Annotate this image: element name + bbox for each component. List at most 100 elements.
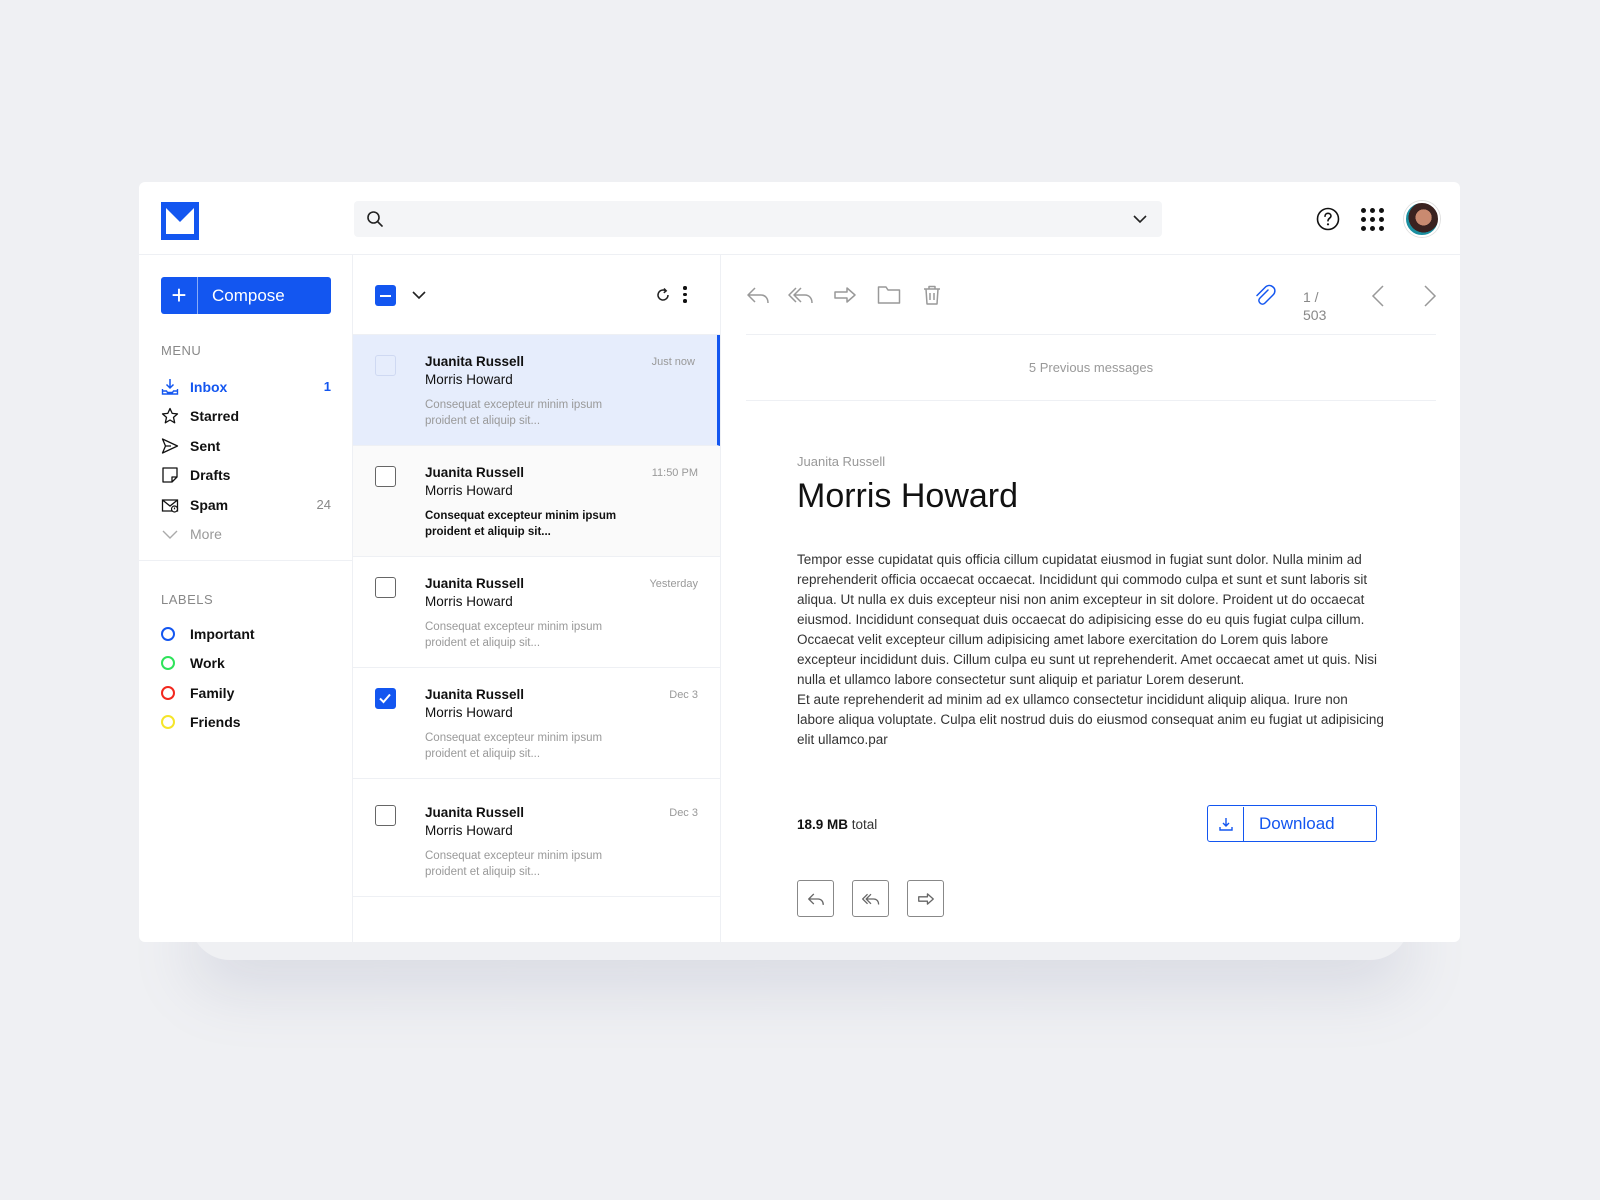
reply-icon [807,892,824,905]
message-recipient: Morris Howard [425,483,513,498]
reply-all-icon [861,893,879,905]
message-time: Yesterday [649,578,698,590]
label-color-ring-icon [161,685,175,700]
download-button[interactable]: Download [1207,805,1377,842]
message-sender: Juanita Russell [425,687,525,702]
plus-icon: + [161,277,198,314]
message-row[interactable]: Juanita Russell Morris Howard 11:50 PM C… [353,446,720,557]
message-sender: Juanita Russell [425,354,525,369]
message-row[interactable]: Juanita Russell Morris Howard Dec 3 Cons… [353,668,720,779]
list-toolbar [353,255,720,335]
folder-icon[interactable] [877,284,901,306]
compose-button[interactable]: + Compose [161,277,331,314]
sidebar-item-label: Sent [190,437,221,454]
sidebar-item-spam[interactable]: Spam 24 [161,490,331,520]
previous-message-chevron-icon[interactable] [1370,284,1386,308]
spam-icon [161,499,179,513]
message-sender: Juanita Russell [425,805,525,820]
top-bar [139,182,1460,255]
message-row[interactable]: Juanita Russell Morris Howard Just now C… [353,335,720,446]
message-body: Tempor esse cupidatat quis officia cillu… [797,550,1387,750]
mail-logo-icon[interactable] [161,202,199,240]
sidebar-item-drafts[interactable]: Drafts [161,461,331,491]
counter-total: 503 [1303,307,1327,323]
reply-all-icon[interactable] [788,284,814,306]
forward-icon[interactable] [833,284,857,306]
refresh-icon[interactable] [655,287,671,303]
label-important[interactable]: Important [161,619,331,649]
message-recipient: Morris Howard [425,594,513,609]
message-recipient: Morris Howard [425,372,513,387]
label-color-ring-icon [161,626,175,641]
sidebar-item-starred[interactable]: Starred [161,402,331,432]
more-options-icon[interactable] [683,286,687,303]
label-color-ring-icon [161,656,175,671]
menu-list: Inbox 1 Starred Sent Drafts Spam 24 More [161,372,331,549]
message-preview: Consequat excepteur minim ipsum proident… [425,732,603,760]
label-text: Family [190,684,235,701]
message-time: Just now [651,356,695,368]
message-checkbox[interactable] [375,355,396,376]
search-bar[interactable] [354,201,1162,237]
message-sender: Juanita Russell [425,465,525,480]
message-row[interactable]: Juanita Russell Morris Howard Yesterday … [353,557,720,668]
reply-button[interactable] [797,880,834,917]
message-sender: Juanita Russell [425,576,525,591]
search-options-chevron-icon[interactable] [1132,212,1148,226]
sidebar-item-inbox[interactable]: Inbox 1 [161,372,331,402]
sidebar-item-label: Inbox [190,378,228,395]
paperclip-icon[interactable] [1253,284,1277,308]
download-label: Download [1259,813,1335,833]
draft-icon [162,467,178,483]
labels-list: Important Work Family Friends [161,619,331,737]
message-checkbox-checked[interactable] [375,688,396,709]
sidebar-item-sent[interactable]: Sent [161,431,331,461]
select-options-chevron-icon[interactable] [411,288,427,302]
star-icon [161,408,179,424]
counter-current: 1 / [1303,289,1319,305]
sidebar-item-more[interactable]: More [161,520,331,550]
chevron-down-icon [162,530,178,540]
label-work[interactable]: Work [161,649,331,679]
label-text: Friends [190,714,241,731]
message-checkbox[interactable] [375,466,396,487]
sidebar-item-label: Starred [190,408,240,425]
body-paragraph: Tempor esse cupidatat quis officia cillu… [797,552,1368,627]
message-checkbox[interactable] [375,577,396,598]
attachment-size: 18.9 MB total [797,817,877,832]
spam-count: 24 [316,497,331,513]
message-preview: Consequat excepteur minim ipsum proident… [425,510,617,538]
menu-section-title: MENU [161,343,202,358]
label-friends[interactable]: Friends [161,708,331,738]
message-row[interactable]: Juanita Russell Morris Howard Dec 3 Cons… [353,779,720,897]
reader-toolbar: 1 / 503 [746,255,1438,335]
forward-icon [917,892,934,905]
message-time: Dec 3 [669,689,698,701]
label-color-ring-icon [161,715,175,730]
message-checkbox[interactable] [375,805,396,826]
next-message-chevron-icon[interactable] [1422,284,1438,308]
message-sender-name: Juanita Russell [797,454,886,469]
apps-grid-icon[interactable] [1360,207,1384,231]
trash-icon[interactable] [921,284,943,306]
label-family[interactable]: Family [161,678,331,708]
checkmark-icon [379,693,391,704]
message-recipient: Morris Howard [425,705,513,720]
sidebar: + Compose MENU Inbox 1 Starred Sent Draf… [139,255,353,942]
message-subject: Morris Howard [797,477,1019,515]
download-icon [1208,806,1244,841]
message-preview: Consequat excepteur minim ipsum proident… [425,399,603,427]
compose-label: Compose [212,285,285,305]
select-all-checkbox[interactable] [375,285,396,306]
reply-icon[interactable] [746,284,770,306]
inbox-icon [161,378,179,395]
previous-messages-link[interactable]: 5 Previous messages [746,335,1436,401]
unread-count: 1 [323,379,331,395]
help-icon[interactable] [1316,207,1340,231]
user-avatar[interactable] [1404,201,1440,237]
message-list: Juanita Russell Morris Howard Just now C… [353,255,721,942]
sidebar-item-label: Spam [190,496,229,513]
body-paragraph: Occaecat velit excepteur cillum adipisic… [797,632,1378,687]
forward-button[interactable] [907,880,944,917]
reply-all-button[interactable] [852,880,889,917]
